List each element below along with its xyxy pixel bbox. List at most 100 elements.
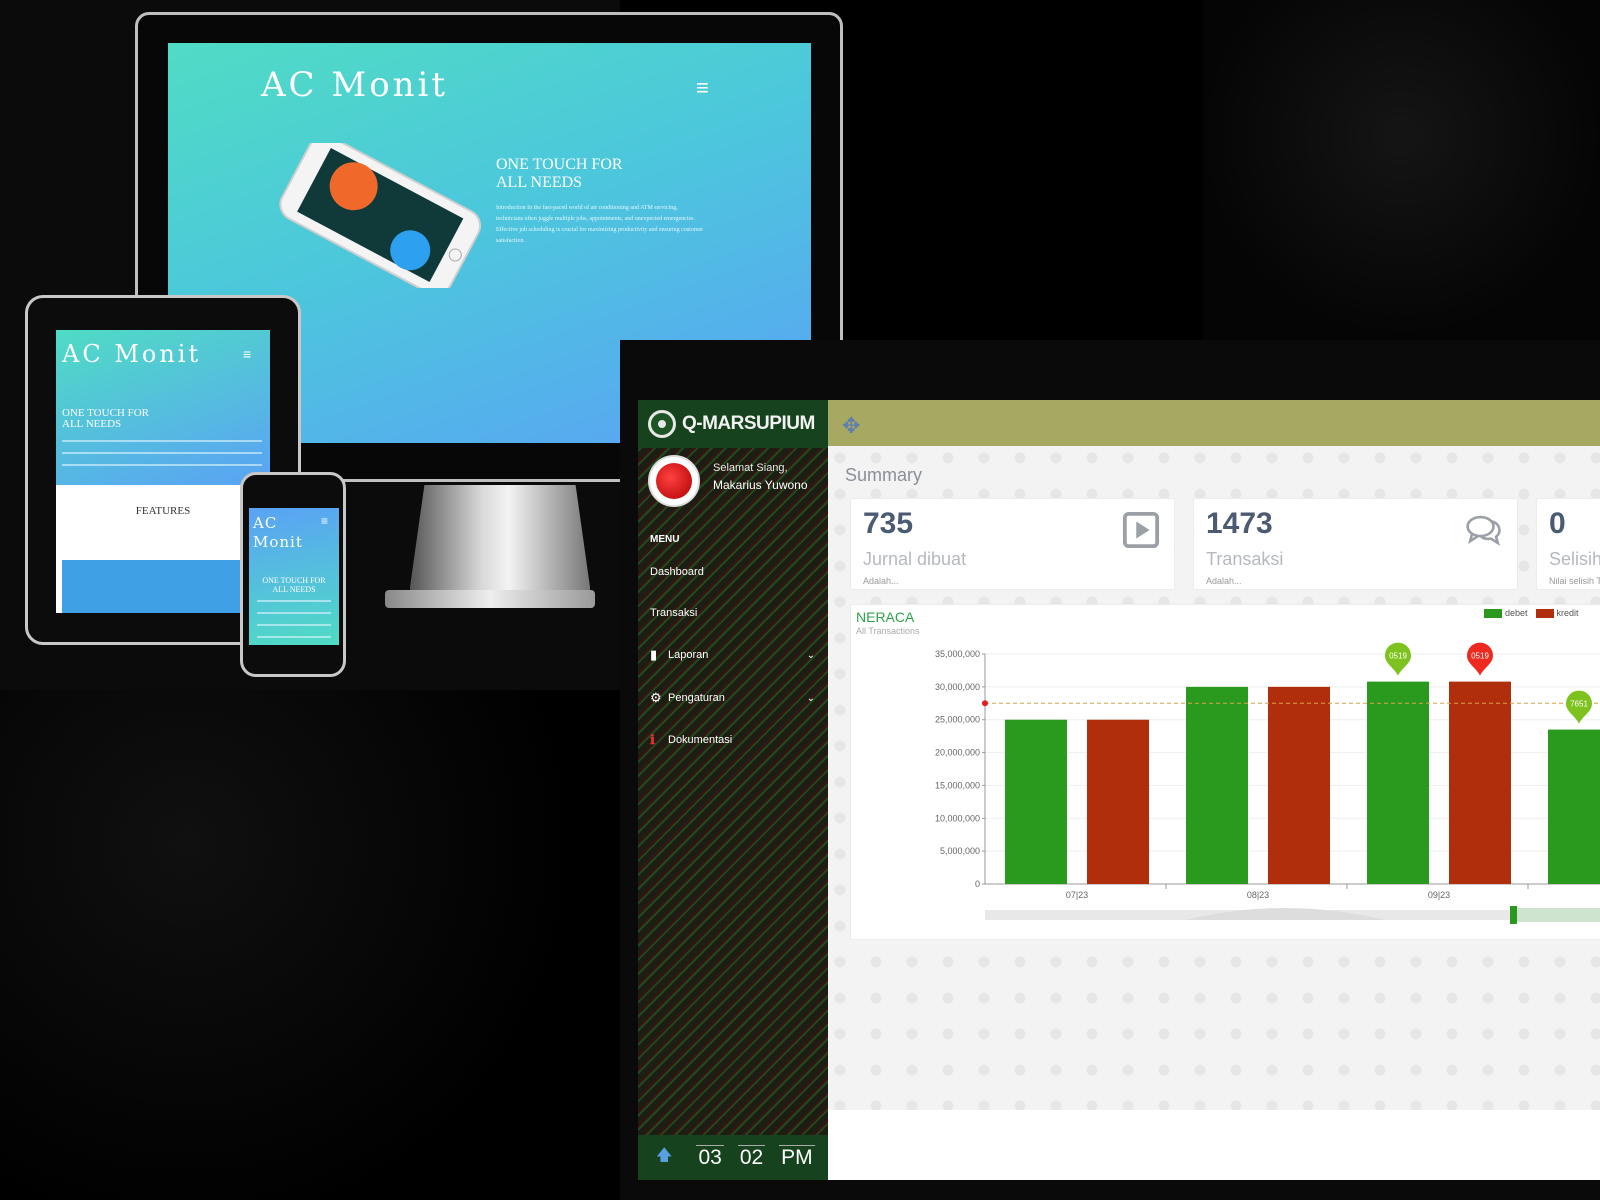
- sidebar-item-dashboard[interactable]: Dashboard: [650, 566, 815, 578]
- y-tick-label: 20,000,000: [935, 748, 980, 758]
- y-tick-label: 0: [975, 879, 980, 889]
- sidebar-item-pengaturan[interactable]: ⚙ Pengaturan ⌄: [650, 690, 815, 706]
- brand-logo-icon: [648, 410, 676, 438]
- menu-icon: ≡: [696, 75, 709, 100]
- top-bar: [828, 400, 1600, 446]
- y-tick-label: 30,000,000: [935, 682, 980, 692]
- flag-marker-label: 0519: [1389, 652, 1407, 661]
- flag-marker-label: 0519: [1471, 652, 1489, 661]
- card-label: Jurnal dibuat: [863, 549, 967, 569]
- legend-label: debet: [1505, 608, 1528, 618]
- move-icon[interactable]: ✥: [842, 413, 860, 439]
- y-tick-label: 15,000,000: [935, 780, 980, 790]
- dark-background-top-right: [1203, 0, 1600, 340]
- bar-debet: [1005, 719, 1067, 884]
- sidebar-item-label: Dokumentasi: [668, 734, 733, 746]
- info-icon: ℹ: [650, 732, 655, 747]
- file-icon: ▮: [650, 647, 658, 662]
- bar-debet: [1548, 729, 1600, 884]
- chart-title: NERACA: [856, 609, 915, 625]
- reference-marker: [982, 700, 988, 707]
- chevron-down-icon: ⌄: [806, 649, 815, 661]
- chevron-down-icon: ⌄: [806, 692, 815, 704]
- monitor-stand-base: [385, 590, 595, 608]
- menu-icon: ≡: [321, 514, 329, 528]
- tablet-screen: AC Monit ≡ ONE TOUCH FOR ALL NEEDS FEATU…: [56, 330, 270, 613]
- gear-icon: ⚙: [650, 690, 662, 705]
- y-tick-label: 5,000,000: [940, 846, 980, 856]
- sidebar-item-label: Pengaturan: [668, 692, 725, 704]
- monitor-stand-neck: [410, 485, 590, 605]
- tablet-feature-image: [62, 560, 242, 613]
- y-tick-label: 10,000,000: [935, 813, 980, 823]
- card-value: 1473: [1206, 507, 1273, 540]
- phone-logo: AC Monit: [253, 514, 303, 551]
- main-footer-area: [828, 1110, 1600, 1180]
- card-value: 0: [1549, 507, 1566, 540]
- clock-minute: 02: [737, 1145, 766, 1169]
- tablet-features-heading: FEATURES: [135, 505, 191, 517]
- card-value: 735: [863, 507, 914, 540]
- chart-legend[interactable]: debet kredit: [1476, 608, 1579, 618]
- card-subtext: Nilai selisih T: [1549, 576, 1600, 586]
- card-subtext: Adalah...: [1206, 576, 1242, 586]
- sidebar-item-label: Transaksi: [650, 607, 698, 619]
- summary-card-transaksi[interactable]: 1473 Transaksi Adalah...: [1193, 498, 1518, 590]
- phone-headline: ONE TOUCH FOR ALL NEEDS: [262, 576, 326, 594]
- sidebar-item-laporan[interactable]: ▮ Laporan ⌄: [650, 647, 815, 663]
- bar-kredit: [1087, 719, 1149, 884]
- bar-kredit: [1268, 686, 1330, 884]
- monitor-intro-text: Introduction In the fast-paced world of …: [496, 205, 704, 244]
- chat-icon: [1466, 515, 1501, 546]
- x-tick-label: 08|23: [1247, 890, 1269, 900]
- card-subtext: Adalah...: [863, 576, 899, 586]
- arrow-up-icon[interactable]: 🡅: [656, 1144, 672, 1171]
- clock-widget: 🡅 03 02 PM: [638, 1135, 828, 1180]
- legend-label: kredit: [1556, 608, 1579, 618]
- play-icon: [1122, 511, 1160, 549]
- y-tick-label: 25,000,000: [935, 715, 980, 725]
- monitor-logo: AC Monit: [261, 65, 449, 105]
- bar-debet: [1367, 681, 1429, 884]
- clock-hour: 03: [696, 1145, 724, 1169]
- dark-background-bottom-left: [0, 690, 620, 1200]
- legend-swatch-debet: [1484, 608, 1502, 618]
- navigator-window: [1513, 908, 1600, 922]
- avatar[interactable]: [648, 455, 700, 507]
- sidebar-item-transaksi[interactable]: Transaksi: [650, 607, 815, 619]
- card-label: Selisih: [1549, 549, 1600, 569]
- greeting-text: Selamat Siang,: [713, 462, 788, 474]
- phone-illustration: [279, 143, 482, 288]
- menu-icon: ≡: [243, 346, 252, 362]
- x-tick-label: 07|23: [1066, 890, 1088, 900]
- navigator-handle: [1510, 906, 1517, 924]
- navigator-series: [1185, 908, 1385, 920]
- bar-debet: [1186, 686, 1248, 884]
- phone-screen: AC Monit ≡ ONE TOUCH FOR ALL NEEDS: [249, 508, 339, 645]
- y-tick-label: 35,000,000: [935, 649, 980, 659]
- page-title: Summary: [845, 465, 923, 485]
- brand-name: Q-MARSUPIUM: [682, 413, 815, 434]
- sidebar-item-dokumentasi[interactable]: ℹ Dokumentasi: [650, 732, 815, 748]
- legend-swatch-kredit: [1535, 608, 1554, 618]
- summary-card-jurnal[interactable]: 735 Jurnal dibuat Adalah...: [850, 498, 1175, 590]
- sidebar-item-label: Laporan: [668, 649, 709, 661]
- phone-intro-lines: [257, 600, 331, 640]
- sidebar-brand[interactable]: Q-MARSUPIUM: [638, 400, 828, 448]
- tablet-hero: AC Monit ≡ ONE TOUCH FOR ALL NEEDS: [56, 330, 270, 485]
- clock-ampm: PM: [779, 1145, 815, 1169]
- monitor-headline: ONE TOUCH FOR ALL NEEDS: [496, 156, 623, 191]
- sidebar-item-label: Dashboard: [650, 566, 704, 578]
- sidebar: [638, 400, 828, 1180]
- tablet-logo: AC Monit: [62, 340, 202, 368]
- user-name: Makarius Yuwono: [713, 478, 808, 492]
- tablet-intro-lines: [62, 440, 262, 468]
- card-label: Transaksi: [1206, 549, 1284, 569]
- x-tick-label: 09|23: [1428, 890, 1450, 900]
- bar-kredit: [1449, 681, 1511, 884]
- tablet-headline: ONE TOUCH FOR ALL NEEDS: [62, 407, 149, 430]
- summary-card-selisih[interactable]: 0 Selisih Nilai selisih T: [1536, 498, 1600, 590]
- flag-marker-label: 7651: [1570, 700, 1588, 709]
- menu-title: MENU: [650, 534, 680, 545]
- neraca-bar-chart: 35,000,000 30,000,000 25,000,000 20,000,000…: [935, 642, 1600, 924]
